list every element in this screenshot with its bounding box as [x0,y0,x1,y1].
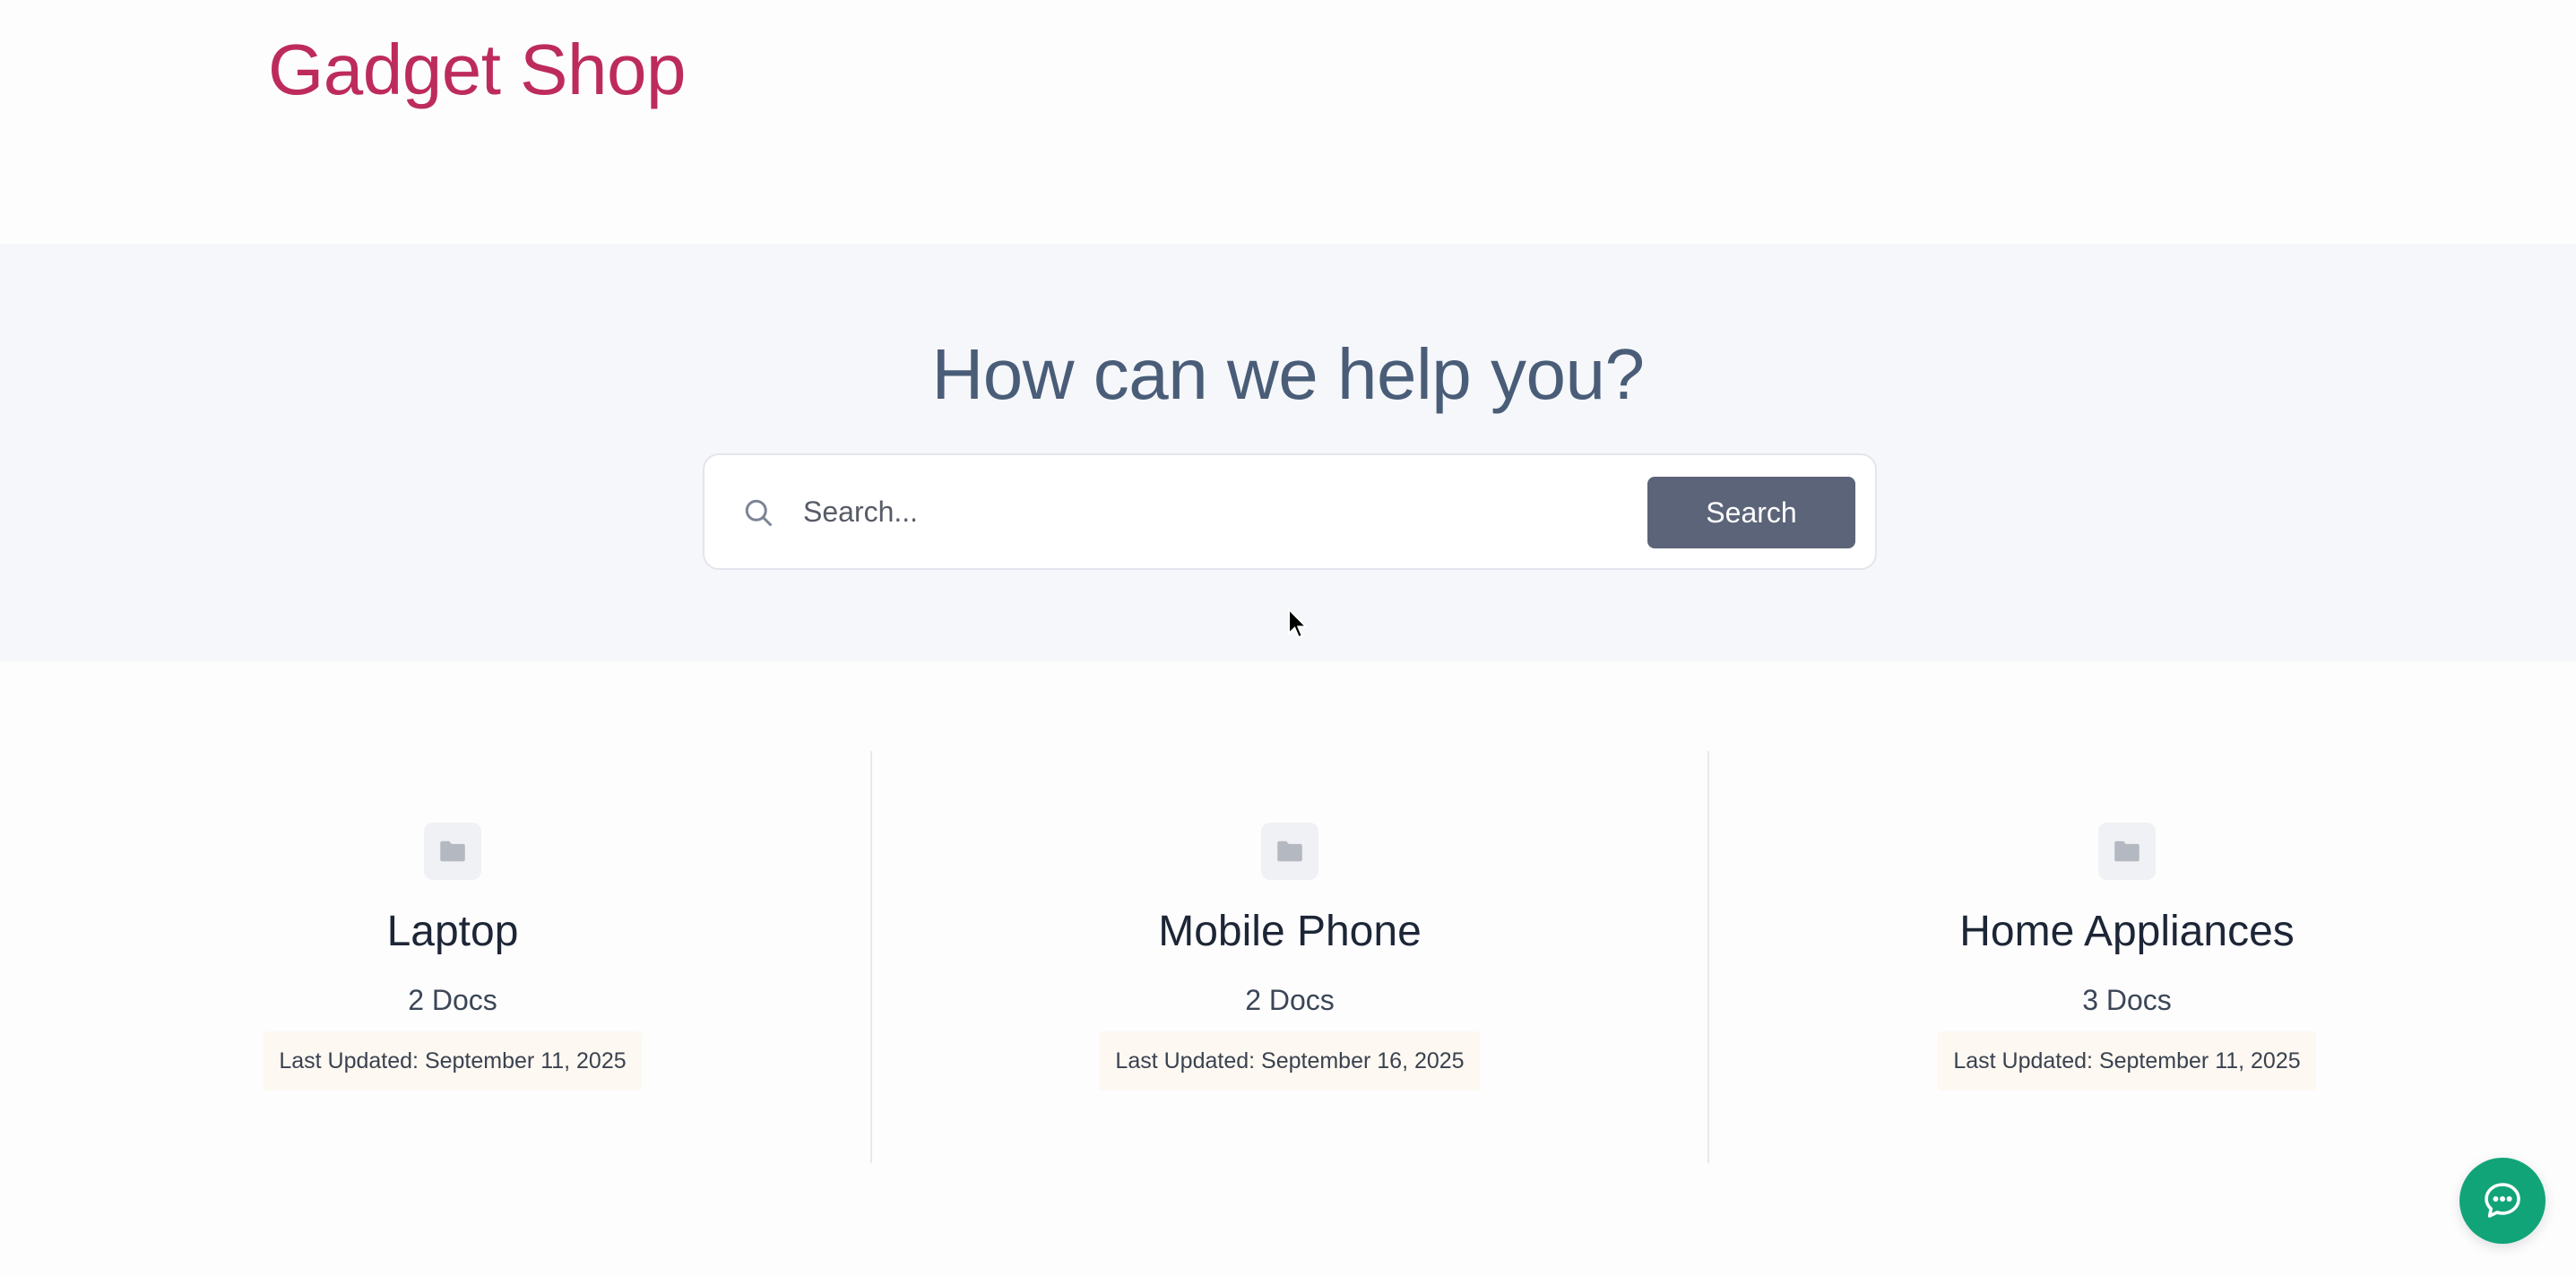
category-grid: Laptop 2 Docs Last Updated: September 11… [0,661,2576,1276]
site-title-link[interactable]: Gadget Shop [268,25,686,115]
site-header: Gadget Shop [0,0,2576,244]
chat-bubble-icon [2485,1183,2520,1218]
search-icon [742,496,774,529]
category-last-updated: Last Updated: September 11, 2025 [1937,1031,2317,1091]
category-card-laptop[interactable]: Laptop 2 Docs Last Updated: September 11… [34,751,871,1165]
category-title[interactable]: Home Appliances [1708,905,2546,959]
category-doc-count: 2 Docs [1245,984,1335,1016]
category-title[interactable]: Mobile Phone [871,905,1708,959]
hero-search-section: How can we help you? Search [0,244,2576,661]
hero-heading: How can we help you? [931,334,1645,414]
category-last-updated: Last Updated: September 11, 2025 [263,1031,643,1091]
folder-icon [1261,823,1318,880]
folder-icon [424,823,481,880]
search-input[interactable] [803,482,1431,541]
category-card-mobile-phone[interactable]: Mobile Phone 2 Docs Last Updated: Septem… [871,751,1708,1165]
folder-icon [2098,823,2156,880]
category-card-home-appliances[interactable]: Home Appliances 3 Docs Last Updated: Sep… [1708,751,2546,1165]
category-last-updated: Last Updated: September 16, 2025 [1099,1031,1481,1091]
category-doc-count: 3 Docs [2082,984,2172,1016]
chat-launcher-button[interactable] [2459,1158,2546,1244]
category-title[interactable]: Laptop [34,905,871,959]
search-box: Search [703,453,1877,570]
search-button[interactable]: Search [1647,477,1855,548]
category-doc-count: 2 Docs [408,984,497,1016]
